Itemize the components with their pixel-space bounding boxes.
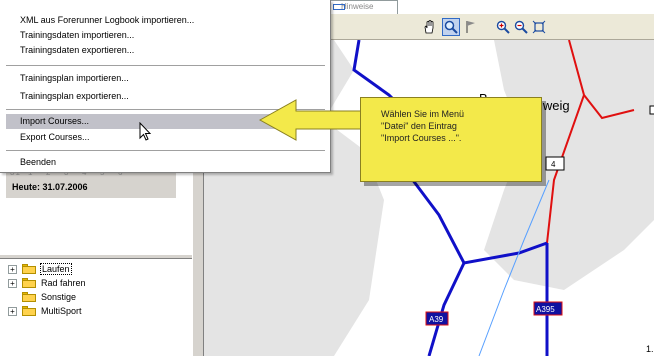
road-shield-label: A39 bbox=[429, 315, 444, 324]
road-shield-label: A395 bbox=[536, 305, 555, 314]
map-marker bbox=[649, 105, 654, 115]
zoom-in-icon[interactable] bbox=[494, 18, 512, 36]
mouse-cursor-icon bbox=[139, 122, 152, 141]
menu-item-xml-import[interactable]: XML aus Forerunner Logbook importieren..… bbox=[0, 13, 331, 28]
tree-item-label: Rad fahren bbox=[41, 278, 86, 288]
today-label: Heute: 31.07.2006 bbox=[12, 182, 88, 192]
fit-icon[interactable] bbox=[530, 18, 548, 36]
menu-separator bbox=[6, 65, 325, 66]
folder-icon bbox=[22, 292, 36, 302]
menu-item-exit[interactable]: Beenden bbox=[0, 155, 331, 170]
highway-line bbox=[427, 262, 466, 356]
tree-item-rad-fahren[interactable]: + Rad fahren bbox=[8, 276, 87, 290]
instruction-callout: Wählen Sie im Menü "Datei" den Eintrag "… bbox=[360, 97, 542, 182]
expand-icon[interactable]: + bbox=[8, 264, 17, 274]
menu-separator bbox=[6, 150, 325, 151]
folder-icon bbox=[22, 264, 36, 274]
menu-item-import-plan[interactable]: Trainingsplan importieren... bbox=[0, 71, 331, 86]
tab-icon bbox=[333, 4, 345, 10]
callout-arrow-icon bbox=[258, 99, 365, 141]
expand-icon[interactable]: + bbox=[8, 278, 17, 288]
tree-item-laufen[interactable]: + Laufen bbox=[8, 262, 87, 276]
file-menu: XML aus Forerunner Logbook importieren..… bbox=[0, 0, 331, 173]
menu-item-import-training[interactable]: Trainingsdaten importieren... bbox=[0, 28, 331, 43]
tree-item-label: Sonstige bbox=[41, 292, 77, 302]
tree-item-label: Laufen bbox=[40, 263, 72, 275]
tree-item-label: MultiSport bbox=[41, 306, 82, 316]
expand-icon[interactable]: + bbox=[8, 306, 17, 316]
search-icon[interactable] bbox=[442, 18, 460, 36]
map-tab[interactable]: Hinweise bbox=[330, 0, 398, 14]
callout-text: Wählen Sie im Menü "Datei" den Eintrag "… bbox=[381, 109, 465, 143]
zoom-out-icon[interactable] bbox=[512, 18, 530, 36]
folder-icon bbox=[22, 306, 36, 316]
pane-splitter[interactable] bbox=[0, 254, 192, 259]
place-label: lweig bbox=[540, 98, 570, 113]
road-shield-label: 4 bbox=[551, 160, 556, 169]
tree-item-sonstige[interactable]: Sonstige bbox=[8, 290, 87, 304]
activity-tree: + Laufen + Rad fahren Sonstige + MultiSp… bbox=[8, 262, 87, 318]
menu-item-export-training[interactable]: Trainingsdaten exportieren... bbox=[0, 43, 331, 58]
tree-item-multisport[interactable]: + MultiSport bbox=[8, 304, 87, 318]
folder-icon bbox=[22, 278, 36, 288]
scale-fragment: 1. bbox=[646, 344, 654, 354]
flag-icon[interactable] bbox=[462, 18, 480, 36]
hand-icon[interactable] bbox=[420, 18, 438, 36]
